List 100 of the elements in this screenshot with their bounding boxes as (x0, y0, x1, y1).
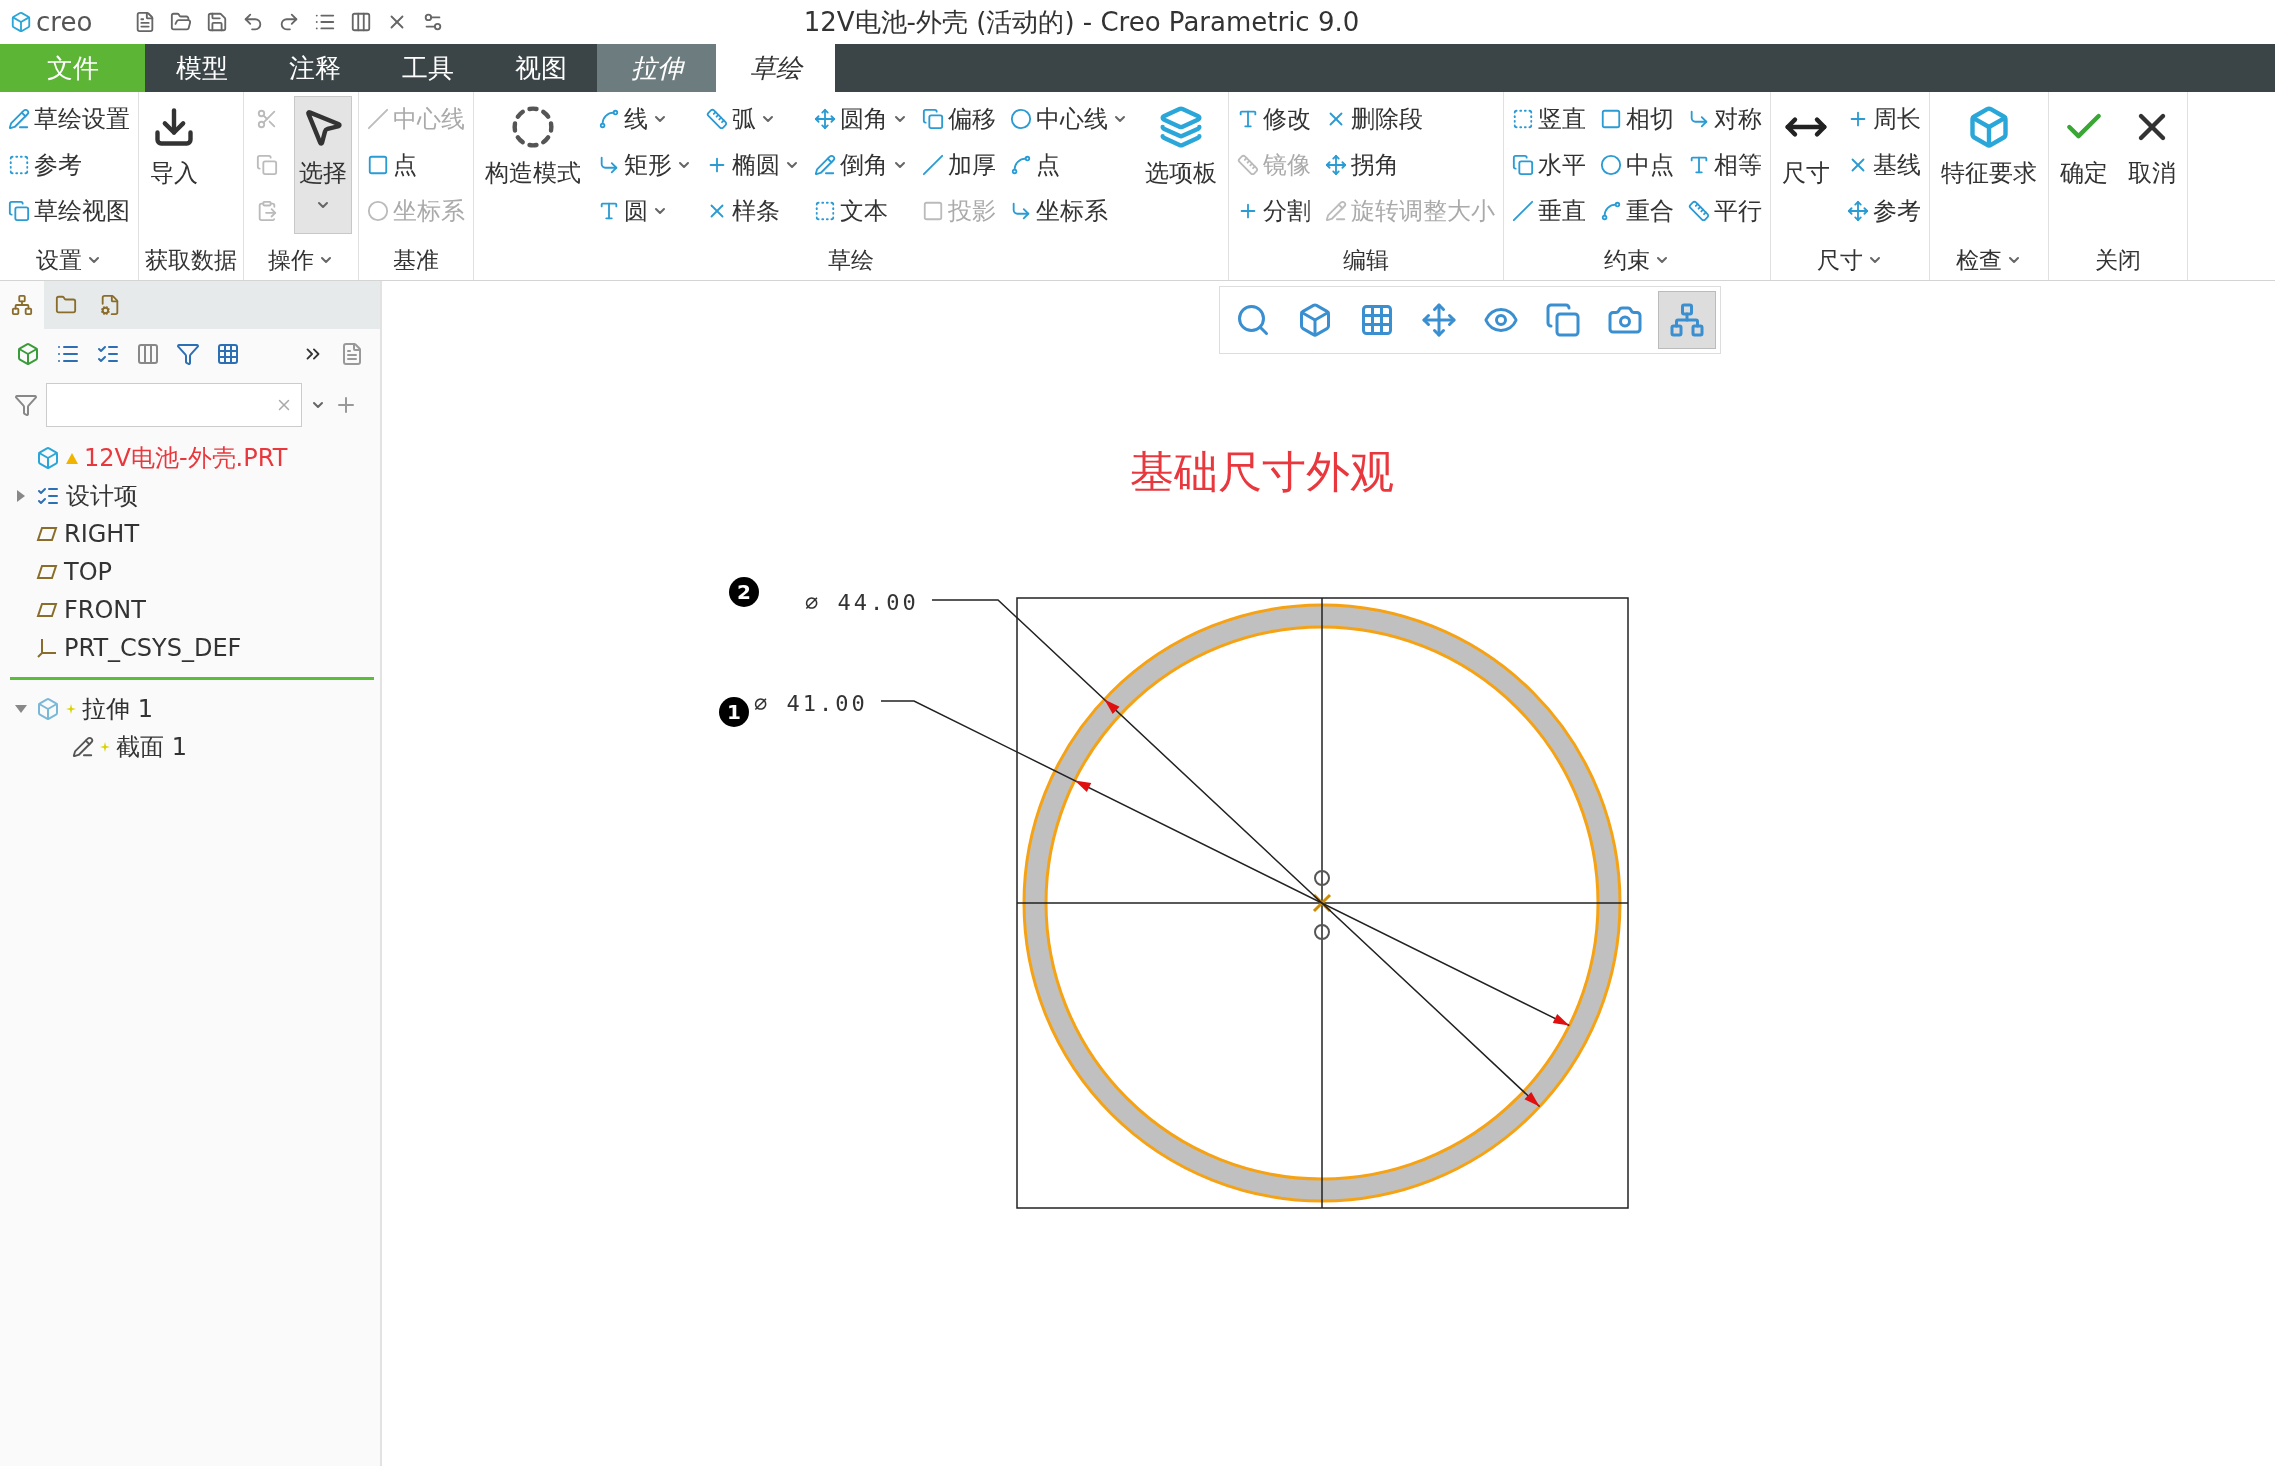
tool-button[interactable]: 重合 (1598, 188, 1676, 234)
ribbon-tab[interactable]: 拉伸 (597, 44, 716, 92)
tool-button[interactable]: 线 (596, 96, 694, 142)
tool-button[interactable]: 水平 (1510, 142, 1588, 188)
sketch-title: 基础尺寸外观 (1130, 446, 1394, 497)
tool-button[interactable]: 周长 (1845, 96, 1923, 142)
tool-button[interactable]: 相切 (1598, 96, 1676, 142)
text-icon (1688, 154, 1710, 176)
search-field[interactable] (46, 383, 302, 427)
circle-icon (1010, 108, 1032, 130)
folders-icon (55, 294, 77, 316)
tool-button[interactable]: 草绘设置 (6, 96, 132, 142)
group-label: 编辑 (1343, 245, 1389, 275)
slash-icon (367, 108, 389, 130)
ruler-icon (1688, 200, 1710, 222)
tool-button[interactable]: 竖直 (1510, 96, 1588, 142)
group-label: 关闭 (2095, 245, 2141, 275)
copy-icon (8, 200, 30, 222)
tool-button[interactable]: 平行 (1686, 188, 1764, 234)
tool-button[interactable]: 草绘视图 (6, 188, 132, 234)
tool-button[interactable]: 加厚 (920, 142, 998, 188)
tree-item[interactable]: 12V电池-外壳.PRT (0, 439, 380, 477)
tool-button[interactable]: 确定 (2055, 96, 2113, 234)
tool-button[interactable]: 拐角 (1323, 142, 1497, 188)
tree-item[interactable]: FRONT (0, 591, 380, 629)
ribbon-tab[interactable]: 视图 (484, 44, 597, 92)
tool-button[interactable]: 删除段 (1323, 96, 1497, 142)
tool-button[interactable]: 参考 (6, 142, 132, 188)
plane-icon (36, 526, 58, 542)
tool-button[interactable]: 参考 (1845, 188, 1923, 234)
tree-item[interactable]: 拉伸 1 (0, 690, 380, 728)
panel-tab[interactable] (0, 281, 44, 329)
undo-icon[interactable] (242, 11, 264, 33)
tool-button[interactable]: 基线 (1845, 142, 1923, 188)
dashed-square-icon (1512, 108, 1534, 130)
tool-button[interactable]: 文本 (812, 188, 910, 234)
tree-item[interactable]: 设计项 (0, 477, 380, 515)
redo-icon[interactable] (278, 11, 300, 33)
tool-button[interactable]: 垂直 (1510, 188, 1588, 234)
ribbon-tab[interactable]: 工具 (371, 44, 484, 92)
ribbon-tab[interactable]: 注释 (258, 44, 371, 92)
slash-icon (1512, 200, 1534, 222)
new-file-icon[interactable] (134, 11, 156, 33)
plane-icon (36, 564, 58, 580)
cube-icon (36, 697, 60, 721)
axes-icon (36, 637, 58, 659)
tool-button[interactable]: 圆角 (812, 96, 910, 142)
curve-icon (598, 108, 620, 130)
tree-item[interactable]: 截面 1 (0, 728, 380, 766)
tool-button[interactable]: 中点 (1598, 142, 1676, 188)
tree-item[interactable]: TOP (0, 553, 380, 591)
save-icon[interactable] (206, 11, 228, 33)
tool-button[interactable]: 偏移 (920, 96, 998, 142)
tool-button[interactable]: 构造模式 (480, 96, 586, 234)
nodes-icon[interactable] (1658, 291, 1716, 349)
tool-button[interactable]: 倒角 (812, 142, 910, 188)
cube-icon (1967, 105, 2011, 149)
tool-button[interactable]: 取消 (2123, 96, 2181, 234)
balloon-number: 1 (727, 700, 741, 724)
tool-button[interactable]: 尺寸 (1777, 96, 1835, 234)
tool-button[interactable]: 点 (365, 142, 467, 188)
tool-button[interactable]: 特征要求 (1936, 96, 2042, 234)
tool-button[interactable]: 矩形 (596, 142, 694, 188)
tool-button[interactable]: 分割 (1235, 188, 1313, 234)
tool-button[interactable]: 选择 (294, 96, 352, 234)
group-label: 设置 (36, 245, 82, 275)
tree-icon (11, 294, 33, 316)
tool-button[interactable]: 弧 (704, 96, 802, 142)
layers-icon (1159, 105, 1203, 149)
group-label: 约束 (1604, 245, 1650, 275)
tree-item[interactable]: PRT_CSYS_DEF (0, 629, 380, 667)
settings-icon[interactable] (422, 11, 444, 33)
tool-button[interactable]: 对称 (1686, 96, 1764, 142)
folder-icon[interactable] (170, 11, 192, 33)
tree-item[interactable]: RIGHT (0, 515, 380, 553)
axes-icon (1847, 200, 1869, 222)
tool-button[interactable]: 椭圆 (704, 142, 802, 188)
tool-button[interactable]: 坐标系 (1008, 188, 1130, 234)
balloon-number: 2 (737, 580, 751, 604)
corner-icon (1688, 108, 1710, 130)
tool-button[interactable]: 选项板 (1140, 96, 1222, 234)
dashed-square-icon (814, 200, 836, 222)
group-label: 尺寸 (1817, 245, 1863, 275)
tool-button[interactable]: 圆 (596, 188, 694, 234)
square-icon (922, 200, 944, 222)
square-icon (1600, 108, 1622, 130)
balloon (729, 577, 759, 607)
corner-icon (598, 154, 620, 176)
tool-button[interactable]: 导入 (145, 96, 203, 234)
tool-button[interactable]: 相等 (1686, 142, 1764, 188)
insert-marker[interactable] (10, 677, 374, 680)
dimension-value: ∅ 44.00 (805, 590, 919, 615)
dashed-square-icon (8, 154, 30, 176)
tool-button[interactable]: 中心线 (1008, 96, 1130, 142)
ribbon-tab[interactable]: 模型 (145, 44, 258, 92)
pencil-icon (814, 154, 836, 176)
tool-button[interactable]: 修改 (1235, 96, 1313, 142)
ribbon-tab[interactable]: 草绘 (716, 44, 835, 92)
tool-button[interactable]: 样条 (704, 188, 802, 234)
tool-button[interactable]: 点 (1008, 142, 1130, 188)
